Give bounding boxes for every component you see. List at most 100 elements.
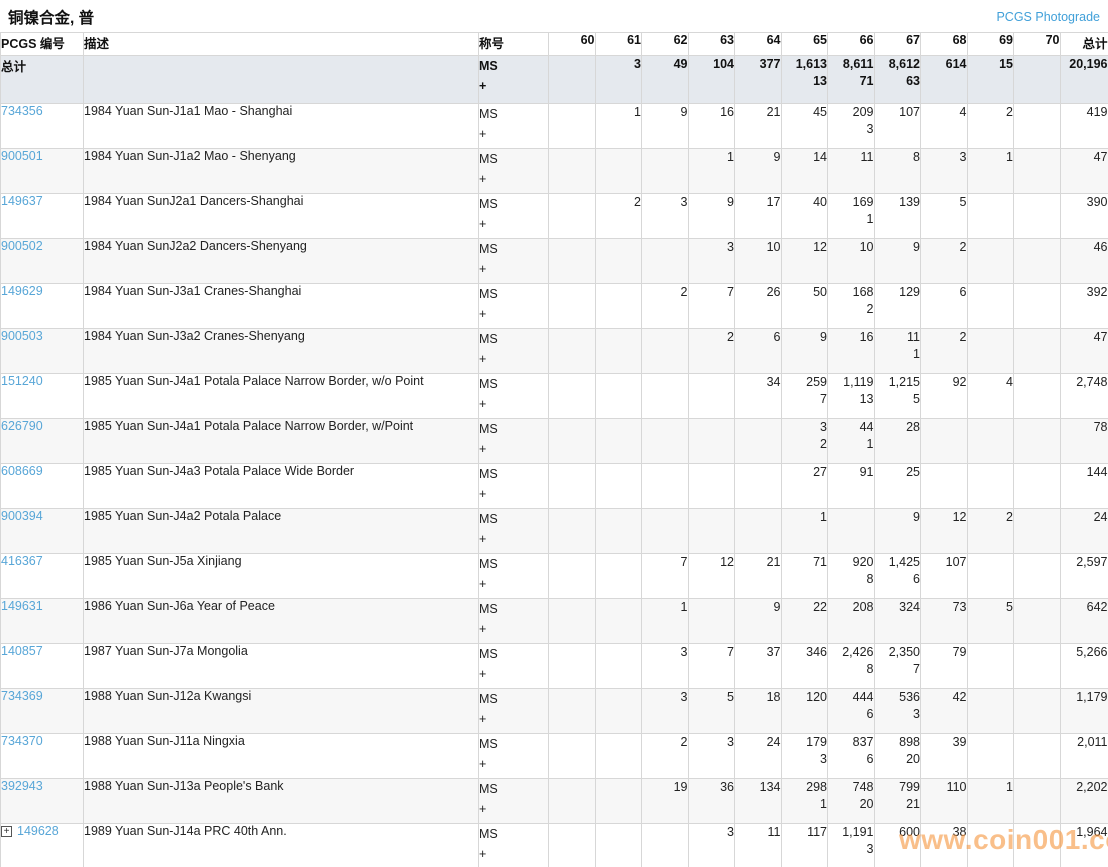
grade-67-cell: 5363: [874, 689, 921, 734]
grade-68-cell: 79: [921, 644, 968, 689]
totals-grade-66: 8,61171: [828, 56, 875, 104]
pcgs-number-link[interactable]: 626790: [1, 419, 43, 433]
table-row: 140857 1987 Yuan Sun-J7a Mongolia MS + 3…: [1, 644, 1108, 689]
designation-plus: +: [479, 574, 548, 594]
designation-ms: MS: [479, 599, 548, 619]
totals-description-empty: [84, 56, 479, 104]
grade-60-cell: [549, 734, 596, 779]
total-cell: 390: [1060, 194, 1108, 239]
pcgs-number-link[interactable]: 608669: [1, 464, 43, 478]
grade-61-cell: [595, 329, 642, 374]
pcgs-number-link[interactable]: 900501: [1, 149, 43, 163]
pcgs-number-link[interactable]: 140857: [1, 644, 43, 658]
total-cell: 78: [1060, 419, 1108, 464]
grade-65-cell: 45: [781, 104, 828, 149]
grade-64-cell: 9: [735, 149, 782, 194]
grade-61-cell: [595, 599, 642, 644]
pcgs-number-cell: 392943: [1, 779, 84, 824]
pcgs-number-link[interactable]: 151240: [1, 374, 43, 388]
col-header-grade-63: 63: [688, 33, 735, 56]
coin-description: 1988 Yuan Sun-J11a Ningxia: [84, 734, 479, 779]
total-cell: 144: [1060, 464, 1108, 509]
grade-68-cell: 4: [921, 104, 968, 149]
grade-66-cell: 208: [828, 599, 875, 644]
grade-67-cell: 129: [874, 284, 921, 329]
designation-plus: +: [479, 664, 548, 684]
grade-67-cell: 28: [874, 419, 921, 464]
pcgs-number-link[interactable]: 416367: [1, 554, 43, 568]
pcgs-number-link[interactable]: 900502: [1, 239, 43, 253]
table-row: 900501 1984 Yuan Sun-J1a2 Mao - Shenyang…: [1, 149, 1108, 194]
designation-ms: MS: [479, 464, 548, 484]
pcgs-number-cell: 416367: [1, 554, 84, 599]
grade-67-cell: 89820: [874, 734, 921, 779]
pcgs-number-link[interactable]: 392943: [1, 779, 43, 793]
grade-64-cell: 34: [735, 374, 782, 419]
table-row: 734370 1988 Yuan Sun-J11a Ningxia MS + 2…: [1, 734, 1108, 779]
designation-cell: MS +: [479, 689, 549, 734]
grade-64-cell: 134: [735, 779, 782, 824]
designation-ms: MS: [479, 554, 548, 574]
coin-description: 1986 Yuan Sun-J6a Year of Peace: [84, 599, 479, 644]
pcgs-number-link[interactable]: 900394: [1, 509, 43, 523]
grade-65-cell: 27: [781, 464, 828, 509]
grade-70-cell: [1014, 419, 1061, 464]
pcgs-number-link[interactable]: 149629: [1, 284, 43, 298]
coin-description: 1984 Yuan Sun-J1a2 Mao - Shenyang: [84, 149, 479, 194]
grade-62-cell: [642, 824, 689, 867]
total-cell: 2,202: [1060, 779, 1108, 824]
grade-66-cell: 1691: [828, 194, 875, 239]
designation-cell: MS +: [479, 599, 549, 644]
total-cell: 1,964: [1060, 824, 1108, 867]
grade-65-cell: 22: [781, 599, 828, 644]
total-cell: 1,179: [1060, 689, 1108, 734]
coin-description: 1984 Yuan Sun-J1a1 Mao - Shanghai: [84, 104, 479, 149]
grade-60-cell: [549, 554, 596, 599]
table-row: 734369 1988 Yuan Sun-J12a Kwangsi MS + 3…: [1, 689, 1108, 734]
totals-label: 总计: [1, 56, 84, 104]
grade-67-cell: 139: [874, 194, 921, 239]
designation-ms: MS: [479, 104, 548, 124]
designation-plus: +: [479, 709, 548, 729]
pcgs-number-link[interactable]: 149637: [1, 194, 43, 208]
totals-grade-68: 614: [921, 56, 968, 104]
grade-69-cell: [967, 824, 1014, 867]
grade-68-cell: 42: [921, 689, 968, 734]
designation-plus: +: [479, 349, 548, 369]
grade-60-cell: [549, 419, 596, 464]
totals-grade-65: 1,61313: [781, 56, 828, 104]
grade-65-cell: 50: [781, 284, 828, 329]
designation-ms: MS: [479, 194, 548, 214]
total-cell: 47: [1060, 329, 1108, 374]
grade-64-cell: 21: [735, 554, 782, 599]
pcgs-photograde-link[interactable]: PCGS Photograde: [996, 10, 1100, 24]
grade-67-cell: 111: [874, 329, 921, 374]
coin-description: 1984 Yuan Sun-J3a2 Cranes-Shenyang: [84, 329, 479, 374]
totals-grade-61: 3: [595, 56, 642, 104]
coin-description: 1985 Yuan Sun-J4a3 Potala Palace Wide Bo…: [84, 464, 479, 509]
coin-description: 1985 Yuan Sun-J5a Xinjiang: [84, 554, 479, 599]
pcgs-number-link[interactable]: 734356: [1, 104, 43, 118]
coin-description: 1989 Yuan Sun-J14a PRC 40th Ann.: [84, 824, 479, 867]
pcgs-number-link[interactable]: 900503: [1, 329, 43, 343]
grade-66-cell: 441: [828, 419, 875, 464]
grade-64-cell: [735, 464, 782, 509]
grade-61-cell: [595, 284, 642, 329]
designation-ms: MS: [479, 824, 548, 844]
grade-60-cell: [549, 824, 596, 867]
designation-cell: MS +: [479, 149, 549, 194]
pcgs-number-link[interactable]: 149628: [17, 824, 59, 838]
grade-61-cell: 2: [595, 194, 642, 239]
total-cell: 419: [1060, 104, 1108, 149]
grade-64-cell: 26: [735, 284, 782, 329]
grade-61-cell: [595, 824, 642, 867]
grade-65-cell: 1: [781, 509, 828, 554]
designation-cell: MS +: [479, 554, 549, 599]
grade-70-cell: [1014, 689, 1061, 734]
grade-62-cell: 3: [642, 194, 689, 239]
pcgs-number-link[interactable]: 734369: [1, 689, 43, 703]
pcgs-number-link[interactable]: 149631: [1, 599, 43, 613]
pcgs-number-link[interactable]: 734370: [1, 734, 43, 748]
header-row: PCGS 编号 描述 称号 60 61 62 63 64 65 66 67 68…: [1, 33, 1108, 56]
expand-icon[interactable]: [1, 826, 12, 837]
